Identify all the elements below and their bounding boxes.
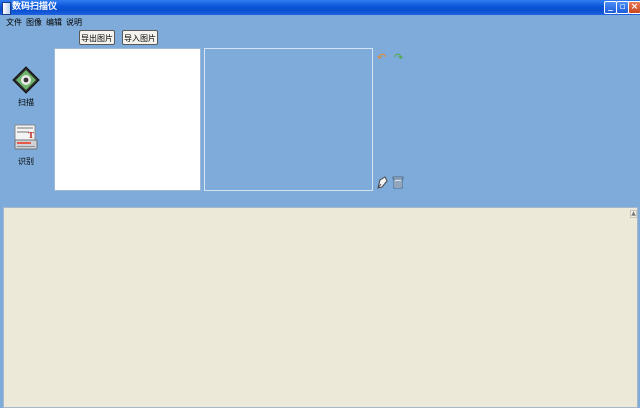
menu-bar: 文件 图像 编辑 说明	[0, 15, 640, 30]
title-bar: 数码扫描仪 _ ▫ ×	[0, 0, 640, 15]
maximize-icon: ▫	[619, 2, 626, 12]
recognize-label: 识别	[18, 157, 34, 166]
scan-tool[interactable]	[12, 66, 40, 94]
menu-item-help[interactable]: 说明	[66, 17, 82, 28]
scroll-up-button[interactable]: ▲	[630, 210, 637, 218]
menu-item-image[interactable]: 图像	[26, 17, 42, 28]
pen-icon	[377, 176, 388, 189]
trash-icon	[392, 176, 404, 189]
menu-item-edit[interactable]: 编辑	[46, 17, 62, 28]
menu-item-file[interactable]: 文件	[6, 17, 22, 28]
export-image-button[interactable]: 导出图片	[79, 30, 115, 45]
minimize-icon: _	[608, 2, 613, 12]
scan-icon	[12, 66, 40, 94]
scanner-icon: T	[14, 124, 38, 150]
app-icon	[2, 2, 11, 15]
delete-tool[interactable]	[392, 176, 404, 189]
pen-tool[interactable]	[376, 176, 388, 189]
window-title: 数码扫描仪	[12, 2, 58, 12]
import-image-button[interactable]: 导入图片	[122, 30, 158, 45]
scan-result-panel	[204, 48, 373, 191]
recognized-text-area[interactable]: ▲	[3, 207, 638, 408]
rotate-left-icon[interactable]: ↶	[377, 52, 386, 63]
close-button[interactable]: ×	[628, 1, 640, 14]
rotate-right-icon[interactable]: ↷	[394, 52, 403, 63]
svg-text:T: T	[28, 130, 34, 140]
image-preview-panel	[54, 48, 201, 191]
recognize-tool[interactable]: T	[13, 124, 39, 154]
scan-label: 扫描	[18, 98, 34, 107]
close-icon: ×	[630, 2, 639, 12]
